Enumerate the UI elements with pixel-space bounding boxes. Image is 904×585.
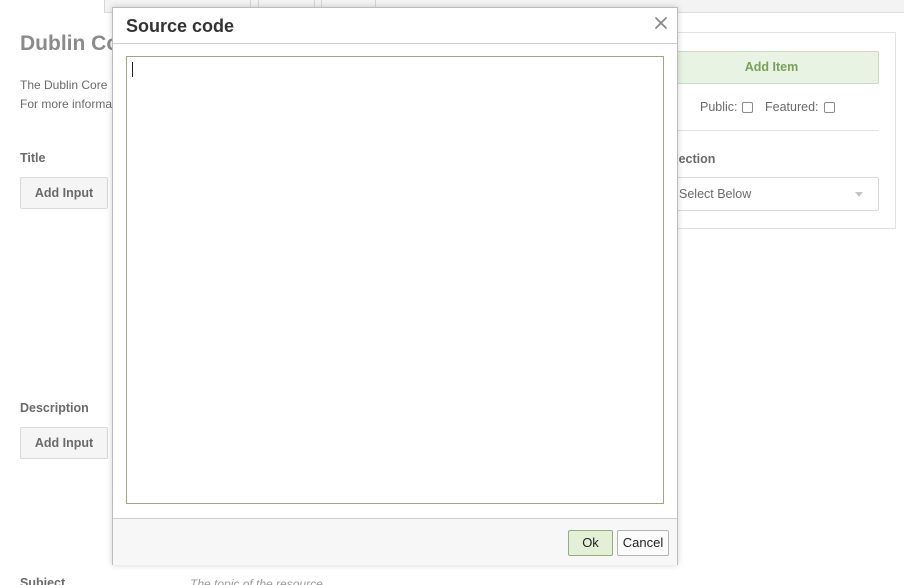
featured-checkbox[interactable] xyxy=(824,102,835,113)
page-intro: The Dublin Core For more informa xyxy=(20,76,112,114)
page-root: Dublin Co The Dublin Core For more infor… xyxy=(0,0,904,585)
close-icon[interactable] xyxy=(653,14,669,32)
source-code-textarea[interactable] xyxy=(126,56,664,504)
field-label-description: Description xyxy=(20,401,89,415)
source-code-dialog: Source code Ok Cancel xyxy=(112,7,678,565)
field-label-title: Title xyxy=(20,151,46,165)
featured-label: Featured: xyxy=(765,100,819,114)
chevron-down-icon[interactable] xyxy=(855,192,863,197)
dialog-title: Source code xyxy=(126,16,235,36)
intro-line: For more informa xyxy=(20,97,113,111)
text-cursor xyxy=(132,62,133,77)
add-input-button[interactable]: Add Input xyxy=(20,177,108,209)
tab-active[interactable] xyxy=(0,0,105,13)
collection-select[interactable]: Select Below xyxy=(664,177,879,211)
public-label: Public: xyxy=(700,100,738,114)
panel-divider xyxy=(664,130,879,131)
ok-button[interactable]: Ok xyxy=(568,530,613,556)
dialog-header: Source code xyxy=(113,8,677,44)
intro-line: The Dublin Core xyxy=(20,78,108,92)
public-checkbox[interactable] xyxy=(742,102,753,113)
page-title: Dublin Co xyxy=(20,32,120,55)
dialog-footer: Ok Cancel xyxy=(113,518,677,565)
field-label-subject: Subject xyxy=(20,576,66,585)
field-hint-subject: The topic of the resource xyxy=(190,577,323,585)
cancel-button[interactable]: Cancel xyxy=(617,530,669,556)
add-item-button[interactable]: Add Item xyxy=(664,51,879,84)
add-input-button[interactable]: Add Input xyxy=(20,427,108,459)
